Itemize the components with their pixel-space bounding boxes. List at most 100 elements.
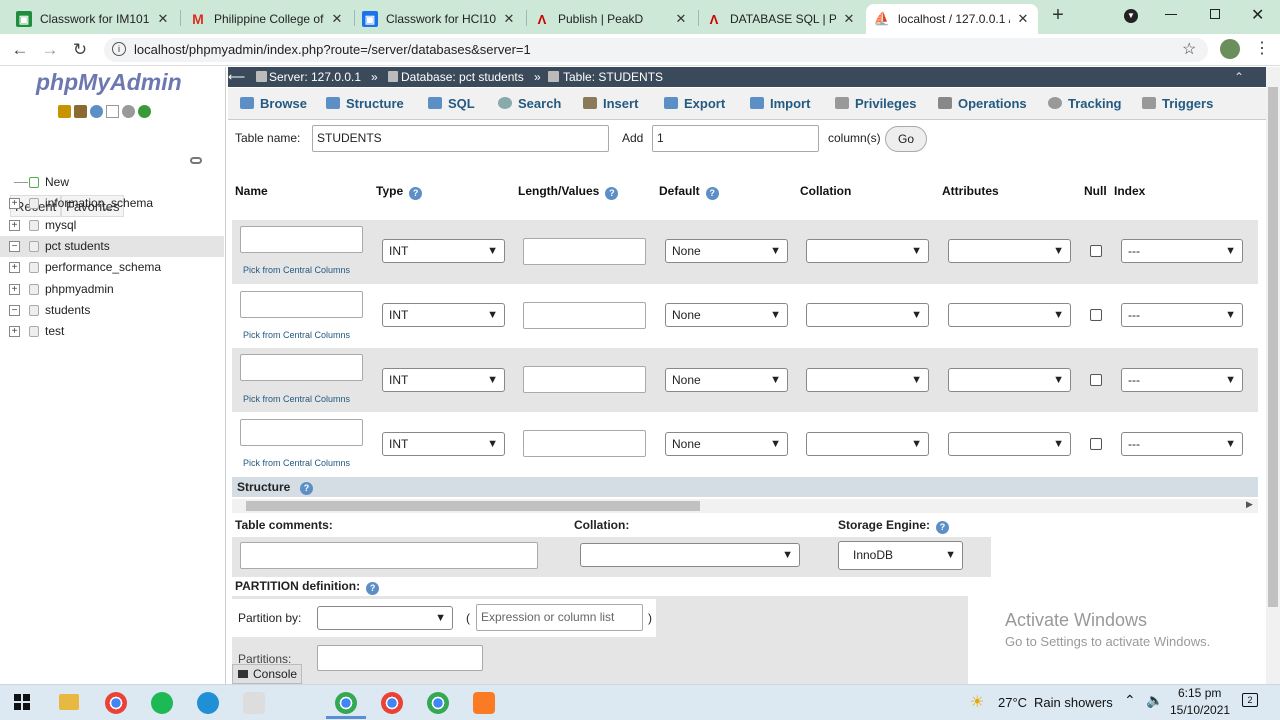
index-select[interactable]: --- ▼ [1121, 432, 1243, 456]
tab-tracking[interactable]: Tracking [1048, 88, 1121, 120]
window-close-icon[interactable]: ✕ [1251, 5, 1264, 25]
type-select[interactable]: INT ▼ [382, 368, 505, 392]
attributes-select[interactable]: ▼ [948, 303, 1071, 327]
breadcrumb-database[interactable]: Database: pct students [401, 67, 524, 87]
tab-triggers[interactable]: Triggers [1142, 88, 1213, 120]
collation-select[interactable]: ▼ [806, 239, 929, 263]
length-input[interactable] [523, 238, 646, 265]
browser-tab-4[interactable]: Ʌ Publish | PeakD ✕ [526, 4, 696, 34]
collation-select[interactable]: ▼ [806, 368, 929, 392]
help-icon[interactable]: ? [936, 521, 950, 534]
pick-central-columns-link[interactable]: Pick from Central Columns [243, 330, 350, 340]
breadcrumb-server[interactable]: Server: 127.0.0.1 [269, 67, 361, 87]
column-name-input[interactable] [240, 354, 363, 381]
volume-icon[interactable]: 🔈 [1146, 692, 1163, 709]
length-input[interactable] [523, 366, 646, 393]
tab-operations[interactable]: Operations [938, 88, 1027, 120]
tab-sql[interactable]: SQL [428, 88, 475, 120]
pick-central-columns-link[interactable]: Pick from Central Columns [243, 394, 350, 404]
tab-export[interactable]: Export [664, 88, 725, 120]
partition-by-select[interactable]: ▼ [317, 606, 453, 630]
help-icon[interactable]: ? [605, 187, 619, 200]
collapse-icon[interactable]: − [9, 241, 20, 252]
maximize-icon[interactable] [1210, 9, 1220, 19]
tree-item-new[interactable]: New [0, 172, 224, 193]
pick-central-columns-link[interactable]: Pick from Central Columns [243, 458, 350, 468]
tray-chevron-icon[interactable]: ⌃ [1124, 692, 1136, 709]
browser-tab-1[interactable]: ▣ Classwork for IM101 D ✕ [8, 4, 178, 34]
default-select[interactable]: None ▼ [665, 239, 788, 263]
table-name-input[interactable]: STUDENTS [312, 125, 609, 152]
length-input[interactable] [523, 302, 646, 329]
expand-icon[interactable]: + [9, 220, 20, 231]
xampp-icon[interactable] [473, 692, 495, 714]
spotify-icon[interactable] [151, 692, 173, 714]
expand-icon[interactable]: + [9, 284, 20, 295]
storage-engine-select[interactable]: InnoDB ▼ [838, 541, 963, 570]
browser-tab-3[interactable]: ▣ Classwork for HCI102 ✕ [354, 4, 524, 34]
attributes-select[interactable]: ▼ [948, 368, 1071, 392]
table-comments-input[interactable] [240, 542, 538, 569]
app-icon[interactable] [243, 692, 265, 714]
browser-menu-icon[interactable]: ⋮ [1254, 40, 1270, 58]
tab-browse[interactable]: Browse [240, 88, 307, 120]
index-select[interactable]: --- ▼ [1121, 239, 1243, 263]
scrollbar-vertical[interactable] [1266, 67, 1280, 684]
default-select[interactable]: None ▼ [665, 303, 788, 327]
reload-icon[interactable]: ↻ [70, 40, 90, 60]
browser-tab-2[interactable]: M Philippine College of T ✕ [182, 4, 352, 34]
clock-date[interactable]: 15/10/2021 [1170, 703, 1230, 717]
tree-item-mysql[interactable]: + mysql [0, 215, 224, 236]
close-icon[interactable]: ✕ [156, 11, 170, 27]
sync-icon[interactable] [138, 105, 151, 118]
edge-icon[interactable] [197, 692, 219, 714]
forward-icon[interactable]: → [40, 40, 60, 60]
tab-search[interactable]: Search [498, 88, 561, 120]
chrome-profile-icon[interactable] [381, 692, 403, 714]
collapse-icon[interactable]: − [9, 305, 20, 316]
tree-item-test[interactable]: + test [0, 321, 224, 342]
notifications-icon[interactable]: 2 [1242, 693, 1258, 707]
type-select[interactable]: INT ▼ [382, 239, 505, 263]
tree-item-pct-students[interactable]: − pct students [0, 236, 224, 257]
default-select[interactable]: None ▼ [665, 368, 788, 392]
table-collation-select[interactable]: ▼ [580, 543, 800, 567]
breadcrumb-table[interactable]: Table: STUDENTS [563, 67, 663, 87]
partition-expression-input[interactable]: Expression or column list [476, 604, 643, 631]
tab-import[interactable]: Import [750, 88, 810, 120]
windows-start-icon[interactable] [14, 694, 30, 710]
settings-icon[interactable] [122, 105, 135, 118]
expand-icon[interactable]: + [9, 326, 20, 337]
weather-icon[interactable]: ☀ [970, 692, 984, 712]
attributes-select[interactable]: ▼ [948, 239, 1071, 263]
phpmyadmin-logo[interactable]: phpMyAdmin [36, 69, 182, 96]
bookmark-star-icon[interactable]: ☆ [1182, 39, 1196, 59]
close-icon[interactable]: ✕ [842, 11, 856, 27]
go-button[interactable]: Go [885, 126, 927, 152]
close-icon[interactable]: ✕ [1016, 11, 1030, 27]
add-columns-input[interactable]: 1 [652, 125, 819, 152]
expand-icon[interactable]: + [9, 198, 20, 209]
collation-select[interactable]: ▼ [806, 432, 929, 456]
weather-text[interactable]: Rain showers [1034, 695, 1113, 710]
default-select[interactable]: None ▼ [665, 432, 788, 456]
close-icon[interactable]: ✕ [330, 11, 344, 27]
browser-tab-6-active[interactable]: ⛵ localhost / 127.0.0.1 / ✕ [866, 4, 1038, 34]
clock-time[interactable]: 6:15 pm [1178, 686, 1221, 700]
logout-icon[interactable] [74, 105, 87, 118]
tab-search-icon[interactable]: ▼ [1124, 9, 1138, 23]
index-select[interactable]: --- ▼ [1121, 303, 1243, 327]
chrome-profile-icon[interactable] [335, 692, 357, 714]
console-toggle[interactable]: Console [232, 664, 302, 684]
null-checkbox[interactable] [1090, 374, 1102, 386]
pick-central-columns-link[interactable]: Pick from Central Columns [243, 265, 350, 275]
tab-structure[interactable]: Structure [326, 88, 404, 120]
weather-temp[interactable]: 27°C [998, 695, 1027, 710]
scroll-right-icon[interactable]: ▶ [1246, 499, 1253, 510]
column-name-input[interactable] [240, 291, 363, 318]
scrollbar-thumb[interactable] [1268, 87, 1278, 607]
scrollbar-thumb[interactable] [246, 501, 700, 511]
link-icon[interactable] [190, 157, 202, 164]
new-tab-icon[interactable]: + [1048, 5, 1068, 25]
length-input[interactable] [523, 430, 646, 457]
